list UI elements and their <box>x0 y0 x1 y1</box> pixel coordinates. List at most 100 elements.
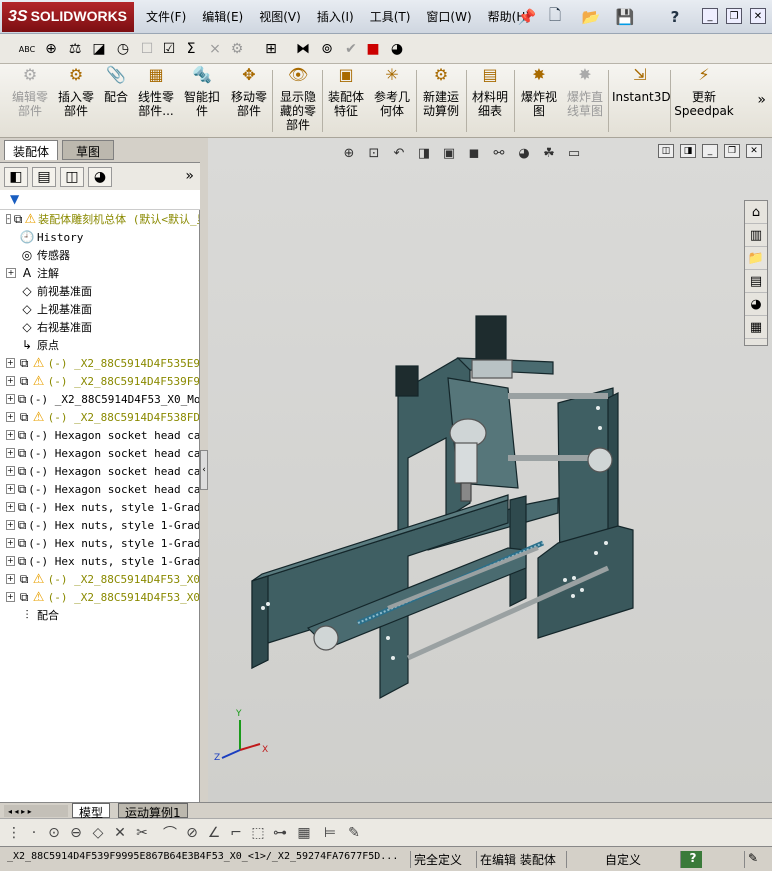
tree-expand-icon[interactable]: + <box>6 448 15 458</box>
new-motion-study-button[interactable]: ⚙ 新建运动算例 <box>420 67 462 119</box>
sketch-pencil-icon[interactable]: ✎ <box>344 824 364 842</box>
tab-assembly[interactable]: 装配体 <box>4 140 59 160</box>
tree-item[interactable]: + ⧉ (-) _X2_88C5914D4F53_X0_Mo <box>0 390 199 408</box>
insert-component-button[interactable]: ⚙ 插入零部件 <box>56 67 96 119</box>
tree-item[interactable]: + ⧉ ⚠ (-) _X2_88C5914D4F539F9 <box>0 372 199 390</box>
pattern-icon[interactable]: ▦ <box>294 824 314 842</box>
cross-icon[interactable]: ✕ <box>110 824 130 842</box>
tree-item[interactable]: 🕘 History <box>0 228 199 246</box>
equations-icon[interactable]: Σ <box>180 38 202 60</box>
show-hidden-button[interactable]: 👁 显示隐藏的零部件 <box>278 67 318 133</box>
tree-expand-icon[interactable]: + <box>6 268 16 278</box>
polygon-icon[interactable]: ⊖ <box>66 824 86 842</box>
corner-icon[interactable]: ⌐ <box>226 824 246 842</box>
dimension-icon[interactable]: ⊶ <box>270 824 290 842</box>
tree-item[interactable]: + ⧉ ⚠ (-) _X2_88C5914D4F53_X0 <box>0 588 199 606</box>
feature-manager-icon[interactable]: ◧ <box>4 167 28 187</box>
tab-model[interactable]: 模型 <box>72 803 111 820</box>
tree-expand-icon[interactable]: + <box>6 466 15 476</box>
tree-item[interactable]: ↳ 原点 <box>0 336 199 354</box>
tree-expand-icon[interactable]: + <box>6 484 15 494</box>
tab-motion-study[interactable]: 运动算例1 <box>118 803 188 820</box>
property-manager-icon[interactable]: ▤ <box>32 167 56 187</box>
home-icon[interactable]: ⌂ <box>745 202 767 224</box>
tree-item[interactable]: + ⧉ (-) Hex nuts, style 1-Grad <box>0 516 199 534</box>
tree-item[interactable]: ◇ 右视基准面 <box>0 318 199 336</box>
new-document-icon[interactable]: 🗋 <box>544 6 566 28</box>
offset-icon[interactable]: ⌒ <box>160 824 180 842</box>
tree-item[interactable]: + ⧉ (-) Hex nuts, style 1-Grad <box>0 552 199 570</box>
menu-insert[interactable]: 插入(I) <box>317 8 354 25</box>
status-units[interactable]: 自定义 <box>566 851 676 868</box>
tree-item[interactable]: + A 注解 <box>0 264 199 282</box>
diamond-icon[interactable]: ◇ <box>88 824 108 842</box>
circle-icon[interactable]: ⊙ <box>44 824 64 842</box>
minimize-icon[interactable]: _ <box>702 8 718 24</box>
tree-root-assembly[interactable]: -⧉⚠装配体雕刻机总体 (默认<默认_显示状态-1>) <box>0 210 199 228</box>
trim-icon[interactable]: ✂ <box>132 824 152 842</box>
ruler-icon[interactable]: ⊨ <box>320 824 340 842</box>
tree-item[interactable]: + ⧉ (-) Hex nuts, style 1-Grad <box>0 498 199 516</box>
file-explorer-icon[interactable]: 📁 <box>745 248 767 270</box>
tree-expand-icon[interactable]: + <box>6 412 15 422</box>
cnc-engraver-model[interactable]: Y X Z <box>208 138 772 802</box>
section-properties-icon[interactable]: ◪ <box>88 38 110 60</box>
restore-icon[interactable]: ❐ <box>726 8 742 24</box>
assembly-visualization-icon[interactable]: ⧓ <box>292 38 314 60</box>
bom-button[interactable]: ▤ 材料明细表 <box>470 67 510 119</box>
display-manager-icon[interactable]: ◕ <box>88 167 112 187</box>
check-icon[interactable]: ◷ <box>112 38 134 60</box>
tree-expand-icon[interactable]: - <box>6 214 11 224</box>
interference-icon[interactable]: ⨯ <box>204 38 226 60</box>
tree-item[interactable]: ⫶ 配合 <box>0 606 199 624</box>
custom-properties-icon[interactable]: ▦ <box>745 317 767 339</box>
spell-check-icon[interactable]: ABC <box>16 38 38 60</box>
tree-expand-icon[interactable]: + <box>6 502 15 512</box>
tree-item[interactable]: + ⧉ (-) Hex nuts, style 1-Grad <box>0 534 199 552</box>
view-palette-icon[interactable]: ▤ <box>745 271 767 293</box>
open-icon[interactable]: 📂 <box>580 6 602 28</box>
checkbox-icon[interactable]: ☑ <box>158 38 180 60</box>
tree-expand-icon[interactable]: + <box>6 592 15 602</box>
tree-item[interactable]: + ⧉ (-) Hexagon socket head ca <box>0 444 199 462</box>
tree-item[interactable]: + ⧉ ⚠ (-) _X2_88C5914D4F53_X0 <box>0 570 199 588</box>
tree-expand-icon[interactable]: + <box>6 538 15 548</box>
close-icon[interactable]: ✕ <box>750 8 766 24</box>
menu-view[interactable]: 视图(V) <box>259 8 301 25</box>
point-icon[interactable]: · <box>24 824 44 842</box>
appearance-icon[interactable]: ◕ <box>386 38 408 60</box>
graphics-area[interactable]: ⊕ ⊡ ↶ ◨ ▣ ◼ ⚯ ◕ ☘ ▭ ◫ ◨ _ ❐ ✕ Y X Z <box>208 138 772 802</box>
filter-icon[interactable]: ▼ <box>10 192 19 206</box>
tree-expand-icon[interactable]: + <box>6 574 15 584</box>
tree-expand-icon[interactable]: + <box>6 358 15 368</box>
feature-filter[interactable]: ▼ <box>0 190 200 210</box>
linear-pattern-button[interactable]: ▦ 线性零部件... <box>134 67 178 119</box>
pencil-status-icon[interactable]: ✎ <box>744 851 768 868</box>
tree-item[interactable]: + ⧉ (-) Hexagon socket head ca <box>0 480 199 498</box>
update-speedpak-button[interactable]: ⚡ 更新Speedpak <box>674 67 734 119</box>
dash-rect-icon[interactable]: ⬚ <box>248 824 268 842</box>
tree-item[interactable]: ◇ 上视基准面 <box>0 300 199 318</box>
tab-scroll-nav[interactable]: ◂ ◂ ▸ ▸ <box>4 805 68 817</box>
menu-edit[interactable]: 编辑(E) <box>202 8 243 25</box>
assembly-feature-button[interactable]: ▣ 装配体特征 <box>326 67 366 119</box>
instant3d-button[interactable]: ⇲ Instant3D <box>612 67 671 105</box>
design-library-icon[interactable]: ▥ <box>745 225 767 247</box>
more-commands-icon[interactable]: » <box>757 92 766 108</box>
edit-component-button[interactable]: ⚙ 编辑零部件 <box>8 67 52 119</box>
configuration-manager-icon[interactable]: ◫ <box>60 167 84 187</box>
tree-item[interactable]: + ⧉ (-) Hexagon socket head ca <box>0 462 199 480</box>
stop-icon[interactable]: ■ <box>362 38 384 60</box>
menu-file[interactable]: 文件(F) <box>146 8 186 25</box>
move-component-button[interactable]: ✥ 移动零部件 <box>228 67 270 119</box>
pin-icon[interactable]: 📌 <box>516 6 538 28</box>
panel-collapse-handle[interactable]: ‹ <box>200 450 208 490</box>
rebuild-icon[interactable]: ⊞ <box>260 38 282 60</box>
tab-sketch[interactable]: 草图 <box>62 140 114 160</box>
tree-expand-icon[interactable]: + <box>6 394 15 404</box>
menu-window[interactable]: 窗口(W) <box>426 8 471 25</box>
tree-expand-icon[interactable]: + <box>6 430 15 440</box>
smart-fastener-button[interactable]: 🔩 智能扣件 <box>182 67 222 119</box>
geometry-analysis-icon[interactable]: ☐ <box>136 38 158 60</box>
reference-geometry-button[interactable]: ✳ 参考几何体 <box>370 67 414 119</box>
